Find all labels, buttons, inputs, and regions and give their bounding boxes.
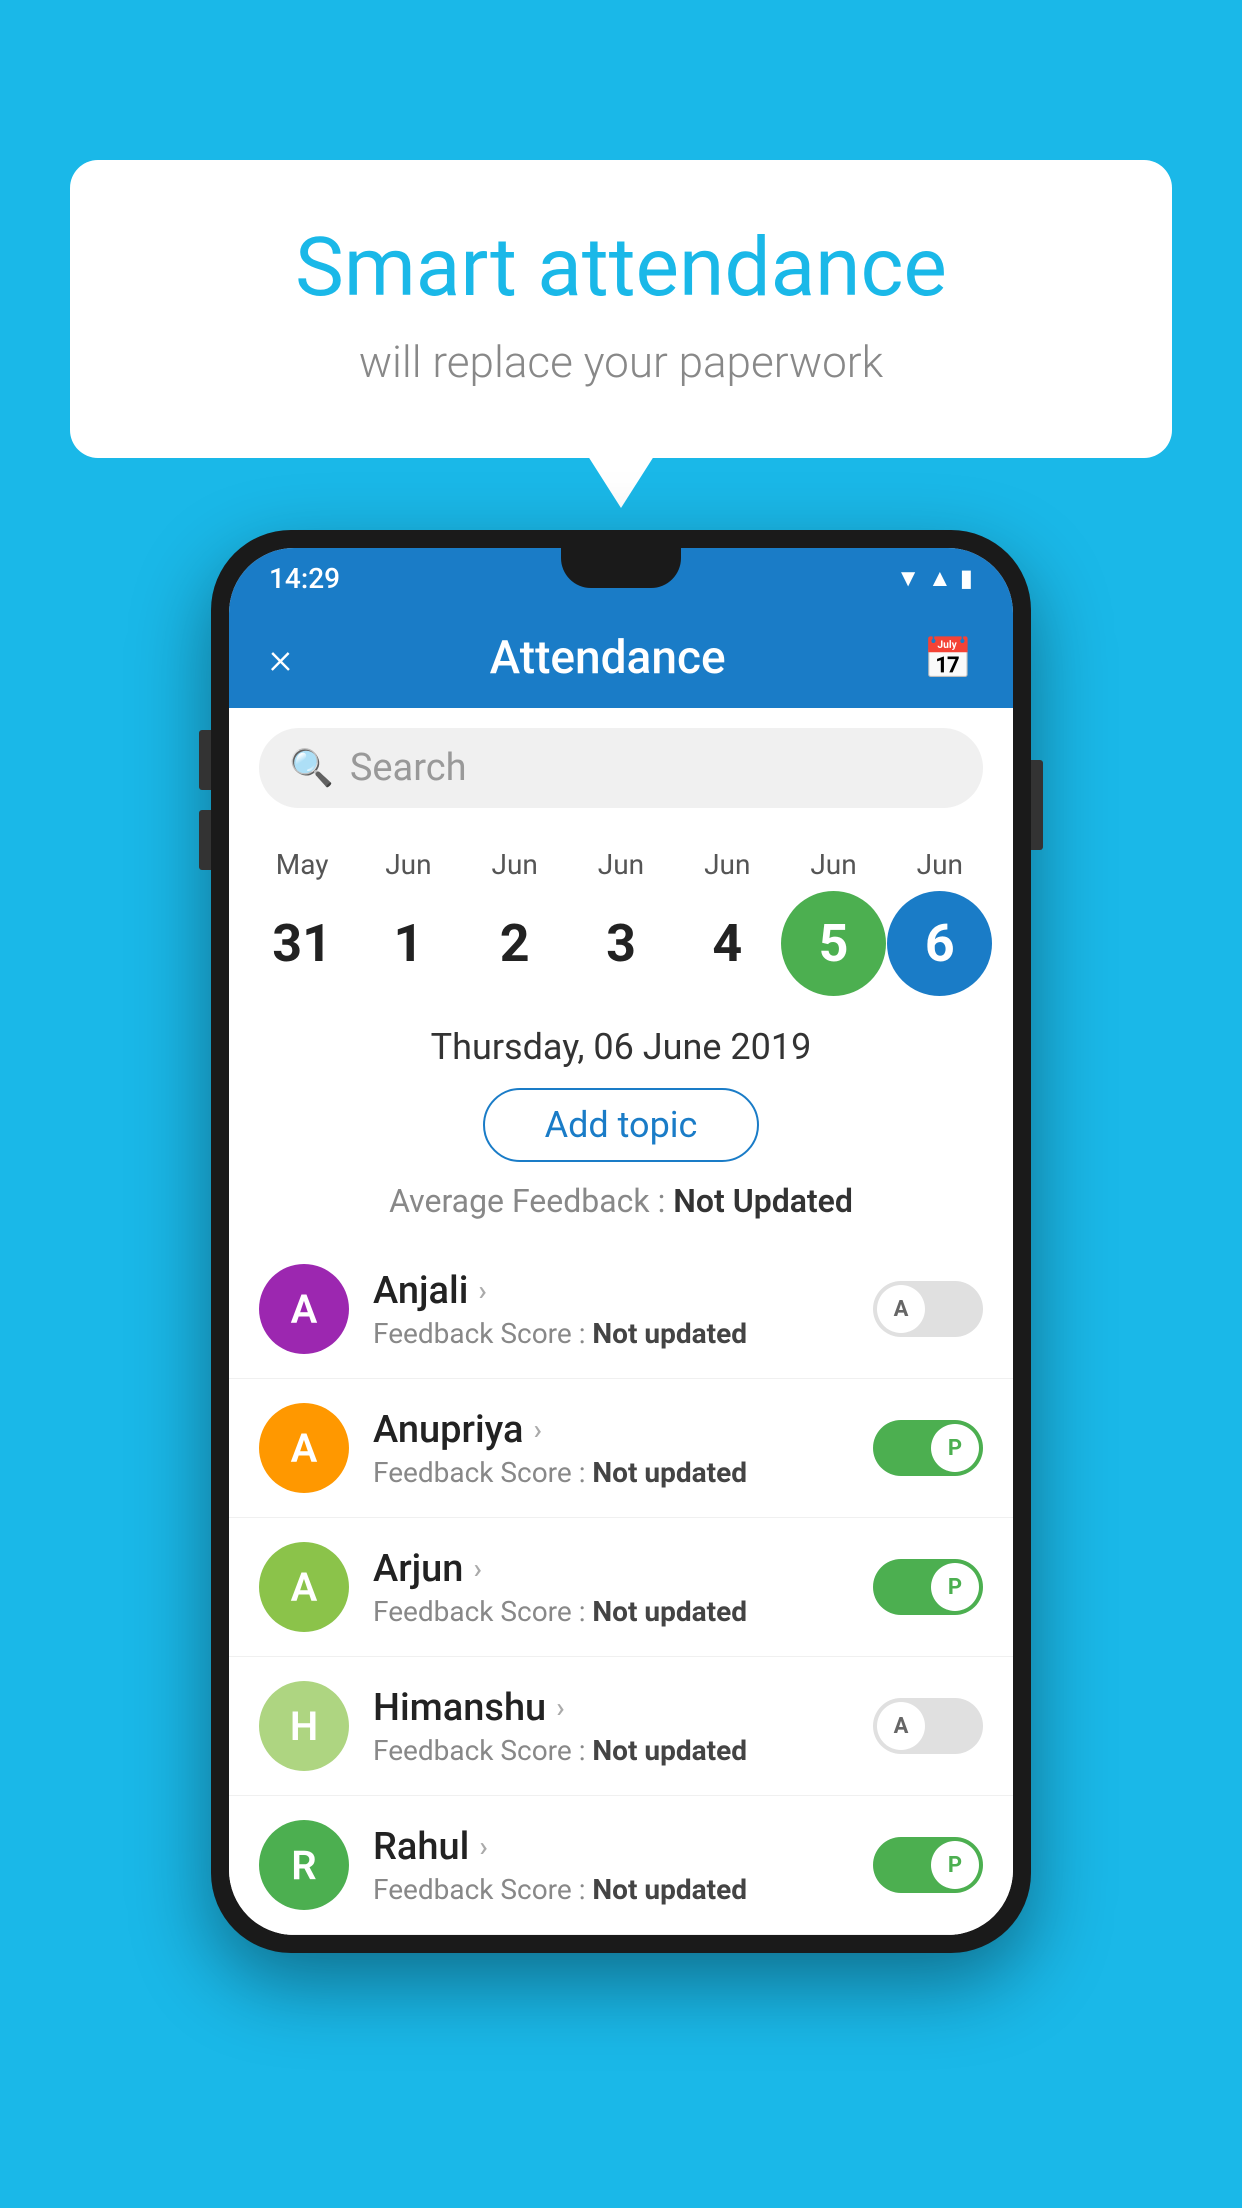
- status-icons: ▼ ▲ ▮: [896, 564, 973, 593]
- attendance-toggle-himanshu[interactable]: A: [873, 1698, 983, 1754]
- student-item-himanshu[interactable]: H Himanshu › Feedback Score : Not update…: [229, 1657, 1013, 1796]
- student-item-rahul[interactable]: R Rahul › Feedback Score : Not updated P: [229, 1796, 1013, 1935]
- info-section: Thursday, 06 June 2019 Add topic Average…: [229, 1006, 1013, 1240]
- attendance-toggle-anjali[interactable]: A: [873, 1281, 983, 1337]
- student-feedback-anjali: Feedback Score : Not updated: [373, 1317, 849, 1350]
- toggle-knob-rahul: P: [931, 1841, 979, 1889]
- add-topic-button[interactable]: Add topic: [483, 1088, 760, 1162]
- toggle-anupriya[interactable]: P: [873, 1420, 983, 1476]
- month-jun-5: Jun: [781, 848, 886, 881]
- toggle-himanshu[interactable]: A: [873, 1698, 983, 1754]
- search-input[interactable]: Search: [350, 746, 467, 790]
- phone-mockup: 14:29 ▼ ▲ ▮ × Attendance 📅 🔍 Search: [211, 530, 1031, 1953]
- attendance-toggle-arjun[interactable]: P: [873, 1559, 983, 1615]
- toggle-rahul[interactable]: P: [873, 1837, 983, 1893]
- student-feedback-anupriya: Feedback Score : Not updated: [373, 1456, 849, 1489]
- student-feedback-rahul: Feedback Score : Not updated: [373, 1873, 849, 1906]
- avatar-anjali: A: [259, 1264, 349, 1354]
- month-jun-6: Jun: [887, 848, 992, 881]
- month-jun-4: Jun: [675, 848, 780, 881]
- student-name-arjun: Arjun ›: [373, 1547, 849, 1591]
- toggle-knob-himanshu: A: [877, 1702, 925, 1750]
- toggle-arjun[interactable]: P: [873, 1559, 983, 1615]
- search-bar[interactable]: 🔍 Search: [259, 728, 983, 808]
- speech-bubble-title: Smart attendance: [150, 220, 1092, 316]
- student-name-himanshu: Himanshu ›: [373, 1686, 849, 1730]
- toggle-knob-anupriya: P: [931, 1424, 979, 1472]
- month-jun-2: Jun: [462, 848, 567, 881]
- date-4[interactable]: 4: [675, 891, 780, 996]
- close-button[interactable]: ×: [269, 632, 292, 684]
- avatar-anupriya: A: [259, 1403, 349, 1493]
- average-feedback-label: Average Feedback : Not Updated: [259, 1182, 983, 1220]
- search-icon: 🔍: [289, 747, 334, 789]
- battery-icon: ▮: [960, 564, 973, 592]
- student-name-rahul: Rahul ›: [373, 1825, 849, 1869]
- date-2[interactable]: 2: [462, 891, 567, 996]
- student-info-rahul: Rahul › Feedback Score : Not updated: [373, 1825, 849, 1906]
- month-jun-1: Jun: [356, 848, 461, 881]
- student-item-anjali[interactable]: A Anjali › Feedback Score : Not updated …: [229, 1240, 1013, 1379]
- volume-up-button: [199, 730, 211, 790]
- student-feedback-himanshu: Feedback Score : Not updated: [373, 1734, 849, 1767]
- chevron-right-icon: ›: [533, 1413, 541, 1446]
- toggle-knob-anjali: A: [877, 1285, 925, 1333]
- speech-bubble: Smart attendance will replace your paper…: [70, 160, 1172, 458]
- student-info-arjun: Arjun › Feedback Score : Not updated: [373, 1547, 849, 1628]
- calendar-months-row: May Jun Jun Jun Jun Jun Jun: [249, 848, 993, 881]
- phone-screen: 14:29 ▼ ▲ ▮ × Attendance 📅 🔍 Search: [229, 548, 1013, 1935]
- calendar-dates-row: 31 1 2 3 4 5 6: [249, 891, 993, 996]
- calendar-icon[interactable]: 📅: [923, 635, 973, 682]
- date-5-selected[interactable]: 5: [781, 891, 886, 996]
- student-item-anupriya[interactable]: A Anupriya › Feedback Score : Not update…: [229, 1379, 1013, 1518]
- month-jun-3: Jun: [568, 848, 673, 881]
- student-item-arjun[interactable]: A Arjun › Feedback Score : Not updated P: [229, 1518, 1013, 1657]
- student-info-anupriya: Anupriya › Feedback Score : Not updated: [373, 1408, 849, 1489]
- attendance-toggle-anupriya[interactable]: P: [873, 1420, 983, 1476]
- student-name-anjali: Anjali ›: [373, 1269, 849, 1313]
- chevron-right-icon: ›: [473, 1552, 481, 1585]
- volume-down-button: [199, 810, 211, 870]
- toggle-anjali[interactable]: A: [873, 1281, 983, 1337]
- avatar-himanshu: H: [259, 1681, 349, 1771]
- calendar-section: May Jun Jun Jun Jun Jun Jun 31 1 2 3 4 5…: [229, 828, 1013, 1006]
- chevron-right-icon: ›: [556, 1691, 564, 1724]
- speech-bubble-container: Smart attendance will replace your paper…: [70, 160, 1172, 458]
- status-bar: 14:29 ▼ ▲ ▮: [229, 548, 1013, 608]
- signal-icon: ▲: [928, 564, 952, 593]
- student-name-anupriya: Anupriya ›: [373, 1408, 849, 1452]
- phone-frame: 14:29 ▼ ▲ ▮ × Attendance 📅 🔍 Search: [211, 530, 1031, 1953]
- avatar-rahul: R: [259, 1820, 349, 1910]
- student-info-anjali: Anjali › Feedback Score : Not updated: [373, 1269, 849, 1350]
- notch: [561, 548, 681, 588]
- month-may: May: [250, 848, 355, 881]
- app-header: × Attendance 📅: [229, 608, 1013, 708]
- wifi-icon: ▼: [896, 564, 920, 593]
- chevron-right-icon: ›: [479, 1830, 487, 1863]
- speech-bubble-subtitle: will replace your paperwork: [150, 336, 1092, 388]
- feedback-value: Not Updated: [673, 1182, 853, 1220]
- date-31[interactable]: 31: [250, 891, 355, 996]
- power-button: [1031, 760, 1043, 850]
- date-3[interactable]: 3: [568, 891, 673, 996]
- status-time: 14:29: [269, 562, 340, 595]
- feedback-prefix: Average Feedback :: [389, 1182, 673, 1220]
- student-list: A Anjali › Feedback Score : Not updated …: [229, 1240, 1013, 1935]
- date-1[interactable]: 1: [356, 891, 461, 996]
- selected-date-label: Thursday, 06 June 2019: [259, 1026, 983, 1068]
- attendance-toggle-rahul[interactable]: P: [873, 1837, 983, 1893]
- chevron-right-icon: ›: [478, 1274, 486, 1307]
- search-container: 🔍 Search: [229, 708, 1013, 828]
- student-feedback-arjun: Feedback Score : Not updated: [373, 1595, 849, 1628]
- header-title: Attendance: [490, 631, 726, 685]
- date-6-selected[interactable]: 6: [887, 891, 992, 996]
- avatar-arjun: A: [259, 1542, 349, 1632]
- toggle-knob-arjun: P: [931, 1563, 979, 1611]
- student-info-himanshu: Himanshu › Feedback Score : Not updated: [373, 1686, 849, 1767]
